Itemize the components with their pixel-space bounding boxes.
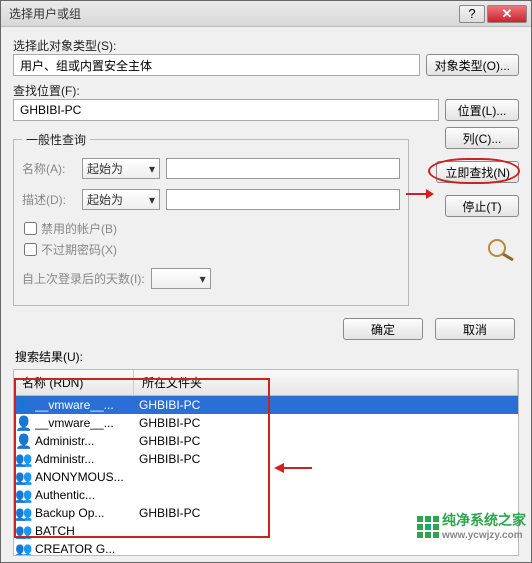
window-title: 选择用户或组 bbox=[9, 5, 459, 22]
principal-icon: 👥 bbox=[16, 505, 32, 521]
general-query-group: 一般性查询 名称(A): 起始为▾ 描述(D): 起始为▾ 禁用的帐户(B) 不… bbox=[13, 131, 409, 306]
principal-icon: 👥 bbox=[16, 523, 32, 539]
help-button[interactable]: ? bbox=[459, 5, 485, 23]
titlebar-buttons: ? ✕ bbox=[459, 5, 527, 23]
results-row[interactable]: 👥CREATOR G... bbox=[14, 540, 518, 556]
result-name: Administr... bbox=[35, 434, 135, 448]
days-since-login-label: 自上次登录后的天数(I): bbox=[22, 270, 145, 287]
desc-mode-select[interactable]: 起始为▾ bbox=[82, 189, 160, 210]
results-row[interactable]: 👥Administr...GHBIBI-PC bbox=[14, 450, 518, 468]
result-name: __vmware__... bbox=[35, 416, 135, 430]
close-button[interactable]: ✕ bbox=[487, 5, 527, 23]
result-folder: GHBIBI-PC bbox=[135, 452, 516, 466]
cancel-button[interactable]: 取消 bbox=[435, 318, 515, 340]
result-name: Authentic... bbox=[35, 488, 135, 502]
principal-icon: 👤 bbox=[16, 433, 32, 449]
col-header-rdn[interactable]: 名称 (RDN) bbox=[14, 370, 134, 395]
dialog-body: 选择此对象类型(S): 用户、组或内置安全主体 对象类型(O)... 查找位置(… bbox=[1, 27, 531, 562]
stop-button[interactable]: 停止(T) bbox=[445, 195, 519, 217]
result-name: Backup Op... bbox=[35, 506, 135, 520]
right-button-column: 列(C)... 立即查找(N) 停止(T) bbox=[409, 127, 519, 312]
result-folder: GHBIBI-PC bbox=[135, 416, 516, 430]
name-label: 名称(A): bbox=[22, 160, 76, 177]
result-folder: GHBIBI-PC bbox=[135, 434, 516, 448]
object-type-field: 用户、组或内置安全主体 bbox=[13, 54, 420, 76]
watermark-url: www.ycwjzy.com bbox=[442, 530, 526, 541]
ok-button[interactable]: 确定 bbox=[343, 318, 423, 340]
dialog-window: 选择用户或组 ? ✕ 选择此对象类型(S): 用户、组或内置安全主体 对象类型(… bbox=[0, 0, 532, 563]
principal-icon: 👤 bbox=[16, 415, 32, 431]
principal-icon: 👥 bbox=[16, 487, 32, 503]
object-types-button[interactable]: 对象类型(O)... bbox=[426, 54, 519, 76]
watermark-logo-icon bbox=[416, 515, 438, 537]
disabled-accounts-checkbox[interactable]: 禁用的帐户(B) bbox=[24, 220, 400, 237]
results-header: 名称 (RDN) 所在文件夹 bbox=[13, 369, 519, 396]
results-row[interactable]: 👤__vmware__...GHBIBI-PC bbox=[14, 414, 518, 432]
results-row[interactable]: 👥Authentic... bbox=[14, 486, 518, 504]
result-name: Administr... bbox=[35, 452, 135, 466]
principal-icon: 👥 bbox=[16, 451, 32, 467]
name-mode-select[interactable]: 起始为▾ bbox=[82, 158, 160, 179]
name-input[interactable] bbox=[166, 158, 400, 179]
magnifier-icon bbox=[483, 237, 519, 264]
columns-button[interactable]: 列(C)... bbox=[445, 127, 519, 149]
principal-icon: 👥 bbox=[16, 541, 32, 556]
results-row[interactable]: 👥ANONYMOUS... bbox=[14, 468, 518, 486]
days-select[interactable]: ▾ bbox=[151, 268, 211, 289]
watermark: 纯净系统之家 www.ycwjzy.com bbox=[416, 510, 526, 541]
results-row[interactable]: 👤__vmware__...GHBIBI-PC bbox=[14, 396, 518, 414]
result-name: CREATOR G... bbox=[35, 542, 135, 556]
object-type-label: 选择此对象类型(S): bbox=[13, 37, 519, 54]
col-header-folder[interactable]: 所在文件夹 bbox=[134, 370, 518, 395]
results-row[interactable]: 👤Administr...GHBIBI-PC bbox=[14, 432, 518, 450]
desc-input[interactable] bbox=[166, 189, 400, 210]
result-name: ANONYMOUS... bbox=[35, 470, 135, 484]
result-name: BATCH bbox=[35, 524, 135, 538]
chevron-down-icon: ▾ bbox=[200, 272, 206, 286]
principal-icon: 👥 bbox=[16, 469, 32, 485]
find-now-button[interactable]: 立即查找(N) bbox=[436, 161, 519, 183]
desc-label: 描述(D): bbox=[22, 191, 76, 208]
principal-icon: 👤 bbox=[16, 397, 32, 413]
chevron-down-icon: ▾ bbox=[149, 162, 155, 176]
result-folder: GHBIBI-PC bbox=[135, 398, 516, 412]
chevron-down-icon: ▾ bbox=[149, 193, 155, 207]
never-expire-checkbox[interactable]: 不过期密码(X) bbox=[24, 241, 400, 258]
location-field: GHBIBI-PC bbox=[13, 99, 439, 121]
watermark-text: 纯净系统之家 bbox=[442, 512, 526, 528]
general-legend: 一般性查询 bbox=[22, 131, 90, 148]
result-name: __vmware__... bbox=[35, 398, 135, 412]
titlebar: 选择用户或组 ? ✕ bbox=[1, 1, 531, 27]
results-label: 搜索结果(U): bbox=[15, 348, 517, 365]
locations-button[interactable]: 位置(L)... bbox=[445, 99, 519, 121]
location-label: 查找位置(F): bbox=[13, 82, 519, 99]
